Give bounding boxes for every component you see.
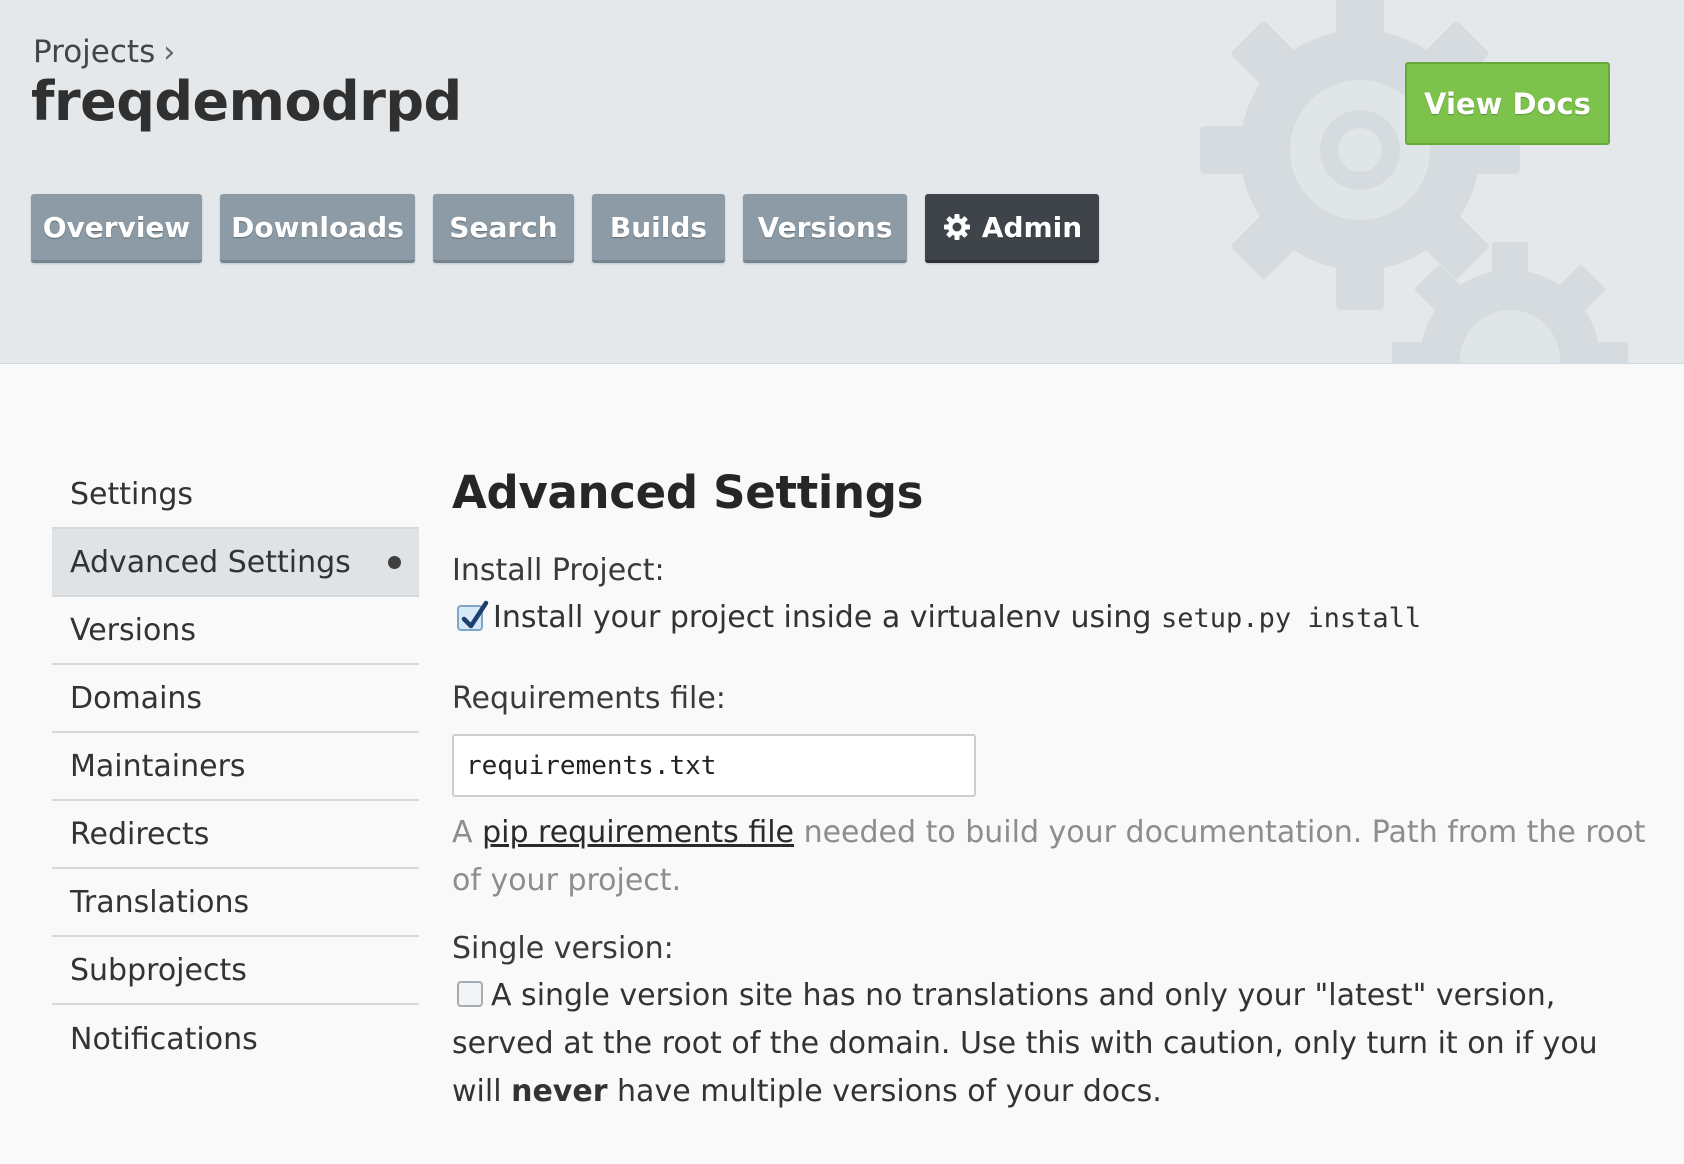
tab-label: Admin xyxy=(981,210,1083,244)
sidebar-item-label: Subprojects xyxy=(70,952,247,988)
sidebar-item-notifications[interactable]: Notifications xyxy=(52,1005,419,1073)
breadcrumb: Projects › xyxy=(33,34,175,70)
sidebar-item-label: Notifications xyxy=(70,1021,258,1057)
install-project-checkbox[interactable] xyxy=(457,600,489,631)
single-version-label: Single version: xyxy=(452,931,674,966)
active-indicator-icon xyxy=(388,555,401,569)
admin-sidebar: Settings Advanced Settings Versions Doma… xyxy=(52,461,419,1073)
sidebar-item-label: Advanced Settings xyxy=(70,544,351,580)
install-project-text: Install your project inside a virtualenv… xyxy=(493,594,1421,643)
sidebar-item-settings[interactable]: Settings xyxy=(52,461,419,529)
tab-label: Downloads xyxy=(231,210,404,244)
sidebar-item-versions[interactable]: Versions xyxy=(52,597,419,665)
install-project-description: Install your project inside a virtualenv… xyxy=(493,600,1152,635)
sidebar-item-domains[interactable]: Domains xyxy=(52,665,419,733)
install-project-row: Install your project inside a virtualenv… xyxy=(452,594,1652,643)
tab-label: Search xyxy=(449,210,558,244)
sidebar-item-subprojects[interactable]: Subprojects xyxy=(52,937,419,1005)
page-title: Advanced Settings xyxy=(452,466,924,519)
install-project-label: Install Project: xyxy=(452,553,665,588)
tab-versions[interactable]: Versions xyxy=(743,194,907,263)
tab-label: Builds xyxy=(609,210,708,244)
sidebar-item-translations[interactable]: Translations xyxy=(52,869,419,937)
install-project-code: setup.py install xyxy=(1161,603,1422,634)
pip-requirements-link[interactable]: pip requirements file xyxy=(482,815,794,850)
view-docs-button[interactable]: View Docs xyxy=(1405,62,1610,145)
tab-overview[interactable]: Overview xyxy=(31,194,202,263)
sidebar-item-label: Maintainers xyxy=(70,748,246,784)
sidebar-item-label: Versions xyxy=(70,612,196,648)
sidebar-item-label: Settings xyxy=(70,476,194,512)
help-prefix: A xyxy=(452,815,473,850)
checkmark-icon xyxy=(461,600,489,629)
single-version-emphasis: never xyxy=(511,1074,608,1109)
single-version-description-end: have multiple versions of your docs. xyxy=(617,1074,1162,1109)
requirements-file-label: Requirements file: xyxy=(452,681,726,716)
gear-icon xyxy=(943,214,970,240)
sidebar-item-label: Domains xyxy=(70,680,203,716)
sidebar-item-advanced-settings[interactable]: Advanced Settings xyxy=(52,529,419,597)
chevron-right-icon: › xyxy=(163,34,176,70)
requirements-help-text: A pip requirements file needed to build … xyxy=(452,809,1652,905)
tab-search[interactable]: Search xyxy=(433,194,574,263)
tab-admin[interactable]: Admin xyxy=(925,194,1099,263)
single-version-checkbox[interactable] xyxy=(457,980,483,1007)
sidebar-item-redirects[interactable]: Redirects xyxy=(52,801,419,869)
requirements-file-input[interactable]: requirements.txt xyxy=(452,734,976,797)
advanced-settings-form: Advanced Settings Install Project: Insta… xyxy=(452,466,1652,1116)
tab-label: Overview xyxy=(42,210,191,244)
sidebar-item-maintainers[interactable]: Maintainers xyxy=(52,733,419,801)
gear-background-icon xyxy=(1200,0,1628,363)
sidebar-item-label: Redirects xyxy=(70,816,210,852)
breadcrumb-projects-link[interactable]: Projects xyxy=(33,34,155,70)
project-title: freqdemodrpd xyxy=(31,70,462,133)
project-header: Projects › freqdemodrpd View Docs Overvi… xyxy=(0,0,1684,364)
tab-builds[interactable]: Builds xyxy=(592,194,725,263)
tab-downloads[interactable]: Downloads xyxy=(220,194,415,263)
single-version-row: A single version site has no translation… xyxy=(452,972,1652,1116)
tab-label: Versions xyxy=(757,210,893,244)
sidebar-item-label: Translations xyxy=(70,884,250,920)
